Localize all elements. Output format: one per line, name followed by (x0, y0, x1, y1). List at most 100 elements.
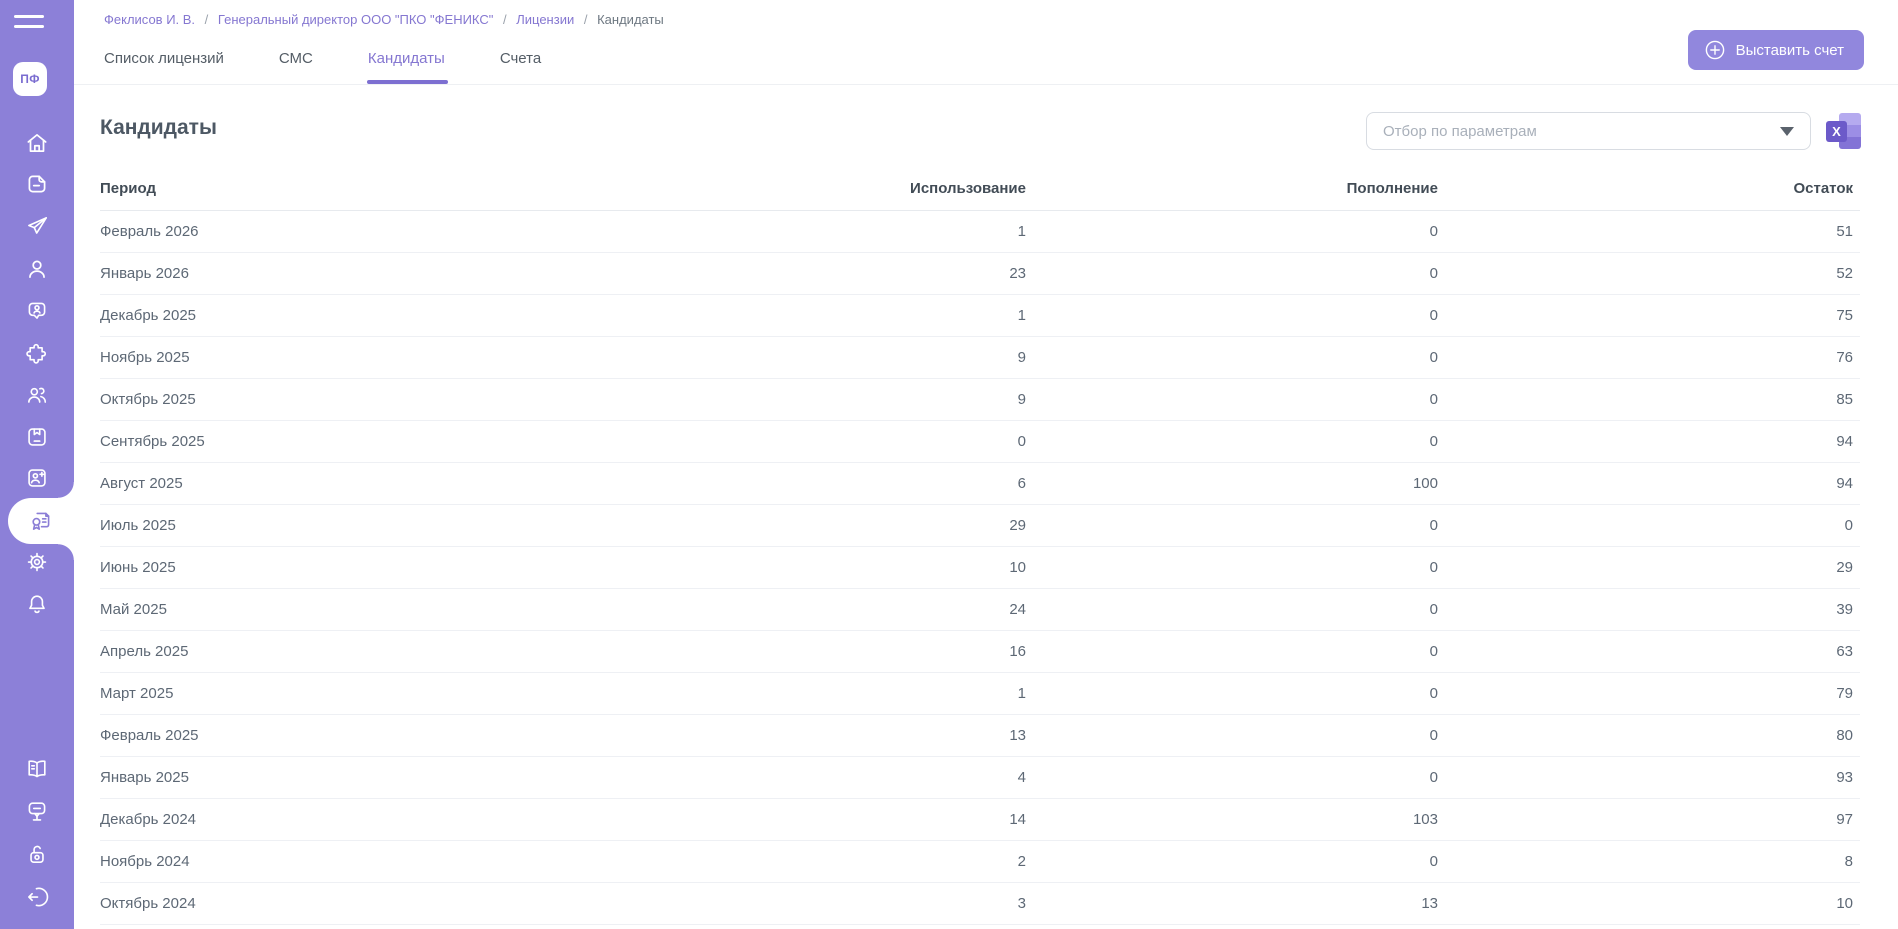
cell-usage: 9 (600, 378, 1033, 420)
cell-usage: 1 (600, 672, 1033, 714)
cell-period: Октябрь 2024 (100, 882, 600, 924)
sidebar-item-person[interactable] (0, 246, 74, 292)
license-certificate-icon (28, 508, 54, 534)
sidebar-item-integrations[interactable] (0, 331, 74, 377)
cell-topup: 0 (1033, 210, 1445, 252)
cell-topup: 0 (1033, 546, 1445, 588)
breadcrumb-licenses[interactable]: Лицензии (516, 12, 574, 27)
sidebar-item-support-chat[interactable] (0, 788, 74, 834)
sidebar: ПФ (0, 0, 74, 929)
excel-export-button[interactable]: X (1824, 111, 1864, 151)
column-topup: Пополнение (1033, 168, 1445, 210)
cell-period: Ноябрь 2025 (100, 336, 600, 378)
paper-plane-icon (24, 213, 50, 239)
sidebar-item-home[interactable] (0, 120, 74, 166)
cell-period: Май 2025 (100, 588, 600, 630)
table-row: Январь 2025 4 0 93 (100, 756, 1860, 798)
breadcrumb-user[interactable]: Феклисов И. В. (104, 12, 195, 27)
table-row: Октябрь 2025 9 0 85 (100, 378, 1860, 420)
sidebar-item-archive[interactable] (0, 414, 74, 460)
cell-topup: 0 (1033, 504, 1445, 546)
table-body: Февраль 2026 1 0 51 Январь 2026 23 0 52 … (100, 210, 1860, 924)
table-row: Май 2025 24 0 39 (100, 588, 1860, 630)
sidebar-item-send[interactable] (0, 203, 74, 249)
breadcrumb-current: Кандидаты (597, 12, 664, 27)
sidebar-item-id-badge[interactable] (0, 288, 74, 334)
cell-usage: 14 (600, 798, 1033, 840)
cell-topup: 0 (1033, 420, 1445, 462)
tab-sms[interactable]: СМС (279, 43, 313, 84)
gear-icon (24, 549, 50, 575)
cell-topup: 0 (1033, 378, 1445, 420)
table-row: Август 2025 6 100 94 (100, 462, 1860, 504)
sidebar-item-guide[interactable] (0, 746, 74, 792)
table-row: Январь 2026 23 0 52 (100, 252, 1860, 294)
cell-topup: 0 (1033, 672, 1445, 714)
sidebar-item-clients[interactable] (0, 372, 74, 418)
cell-topup: 0 (1033, 252, 1445, 294)
breadcrumb-company[interactable]: Генеральный директор ООО "ПКО "ФЕНИКС" (218, 12, 493, 27)
cell-period: Октябрь 2025 (100, 378, 600, 420)
logout-icon (24, 884, 50, 910)
cell-period: Сентябрь 2025 (100, 420, 600, 462)
cell-topup: 13 (1033, 882, 1445, 924)
sidebar-item-licenses[interactable] (8, 498, 74, 544)
tab-candidates[interactable]: Кандидаты (368, 43, 445, 84)
cell-balance: 76 (1445, 336, 1860, 378)
table-row: Март 2025 1 0 79 (100, 672, 1860, 714)
plus-circle-icon (1704, 39, 1726, 61)
cell-topup: 0 (1033, 714, 1445, 756)
cell-period: Июнь 2025 (100, 546, 600, 588)
cell-balance: 29 (1445, 546, 1860, 588)
cell-usage: 3 (600, 882, 1033, 924)
sidebar-item-security[interactable] (0, 831, 74, 877)
menu-toggle-button[interactable] (14, 15, 44, 33)
cell-usage: 4 (600, 756, 1033, 798)
create-invoice-label: Выставить счет (1736, 42, 1844, 59)
breadcrumb-separator: / (503, 12, 507, 27)
cell-usage: 13 (600, 714, 1033, 756)
cell-usage: 2 (600, 840, 1033, 882)
breadcrumb: Феклисов И. В. / Генеральный директор ОО… (104, 12, 664, 27)
cell-usage: 24 (600, 588, 1033, 630)
excel-x-icon: X (1826, 121, 1847, 142)
cell-period: Март 2025 (100, 672, 600, 714)
cell-balance: 93 (1445, 756, 1860, 798)
open-book-icon (24, 756, 50, 782)
table-row: Июль 2025 29 0 0 (100, 504, 1860, 546)
cell-balance: 0 (1445, 504, 1860, 546)
cell-balance: 75 (1445, 294, 1860, 336)
chat-stand-icon (24, 798, 50, 824)
cell-topup: 103 (1033, 798, 1445, 840)
cell-period: Декабрь 2025 (100, 294, 600, 336)
cell-balance: 97 (1445, 798, 1860, 840)
avatar[interactable]: ПФ (13, 62, 47, 96)
cell-topup: 0 (1033, 336, 1445, 378)
sidebar-item-notifications[interactable] (0, 581, 74, 627)
home-icon (24, 130, 50, 156)
table-row: Ноябрь 2024 2 0 8 (100, 840, 1860, 882)
cell-balance: 51 (1445, 210, 1860, 252)
sidebar-item-logout[interactable] (0, 874, 74, 920)
cell-usage: 9 (600, 336, 1033, 378)
cell-period: Июль 2025 (100, 504, 600, 546)
tab-license-list[interactable]: Список лицензий (104, 43, 224, 84)
table-row: Декабрь 2025 1 0 75 (100, 294, 1860, 336)
breadcrumb-separator: / (584, 12, 588, 27)
cell-period: Ноябрь 2024 (100, 840, 600, 882)
sidebar-item-documents[interactable] (0, 161, 74, 207)
table-row: Декабрь 2024 14 103 97 (100, 798, 1860, 840)
unlock-icon (24, 841, 50, 867)
cell-period: Январь 2026 (100, 252, 600, 294)
cell-period: Апрель 2025 (100, 630, 600, 672)
cell-usage: 23 (600, 252, 1033, 294)
cell-usage: 16 (600, 630, 1033, 672)
filter-dropdown[interactable]: Отбор по параметрам (1366, 112, 1811, 150)
tab-invoices[interactable]: Счета (500, 43, 541, 84)
candidates-table: Период Использование Пополнение Остаток … (100, 168, 1860, 925)
bell-icon (24, 591, 50, 617)
sidebar-item-settings[interactable] (0, 539, 74, 585)
document-icon (24, 171, 50, 197)
cell-usage: 1 (600, 210, 1033, 252)
create-invoice-button[interactable]: Выставить счет (1688, 30, 1864, 70)
